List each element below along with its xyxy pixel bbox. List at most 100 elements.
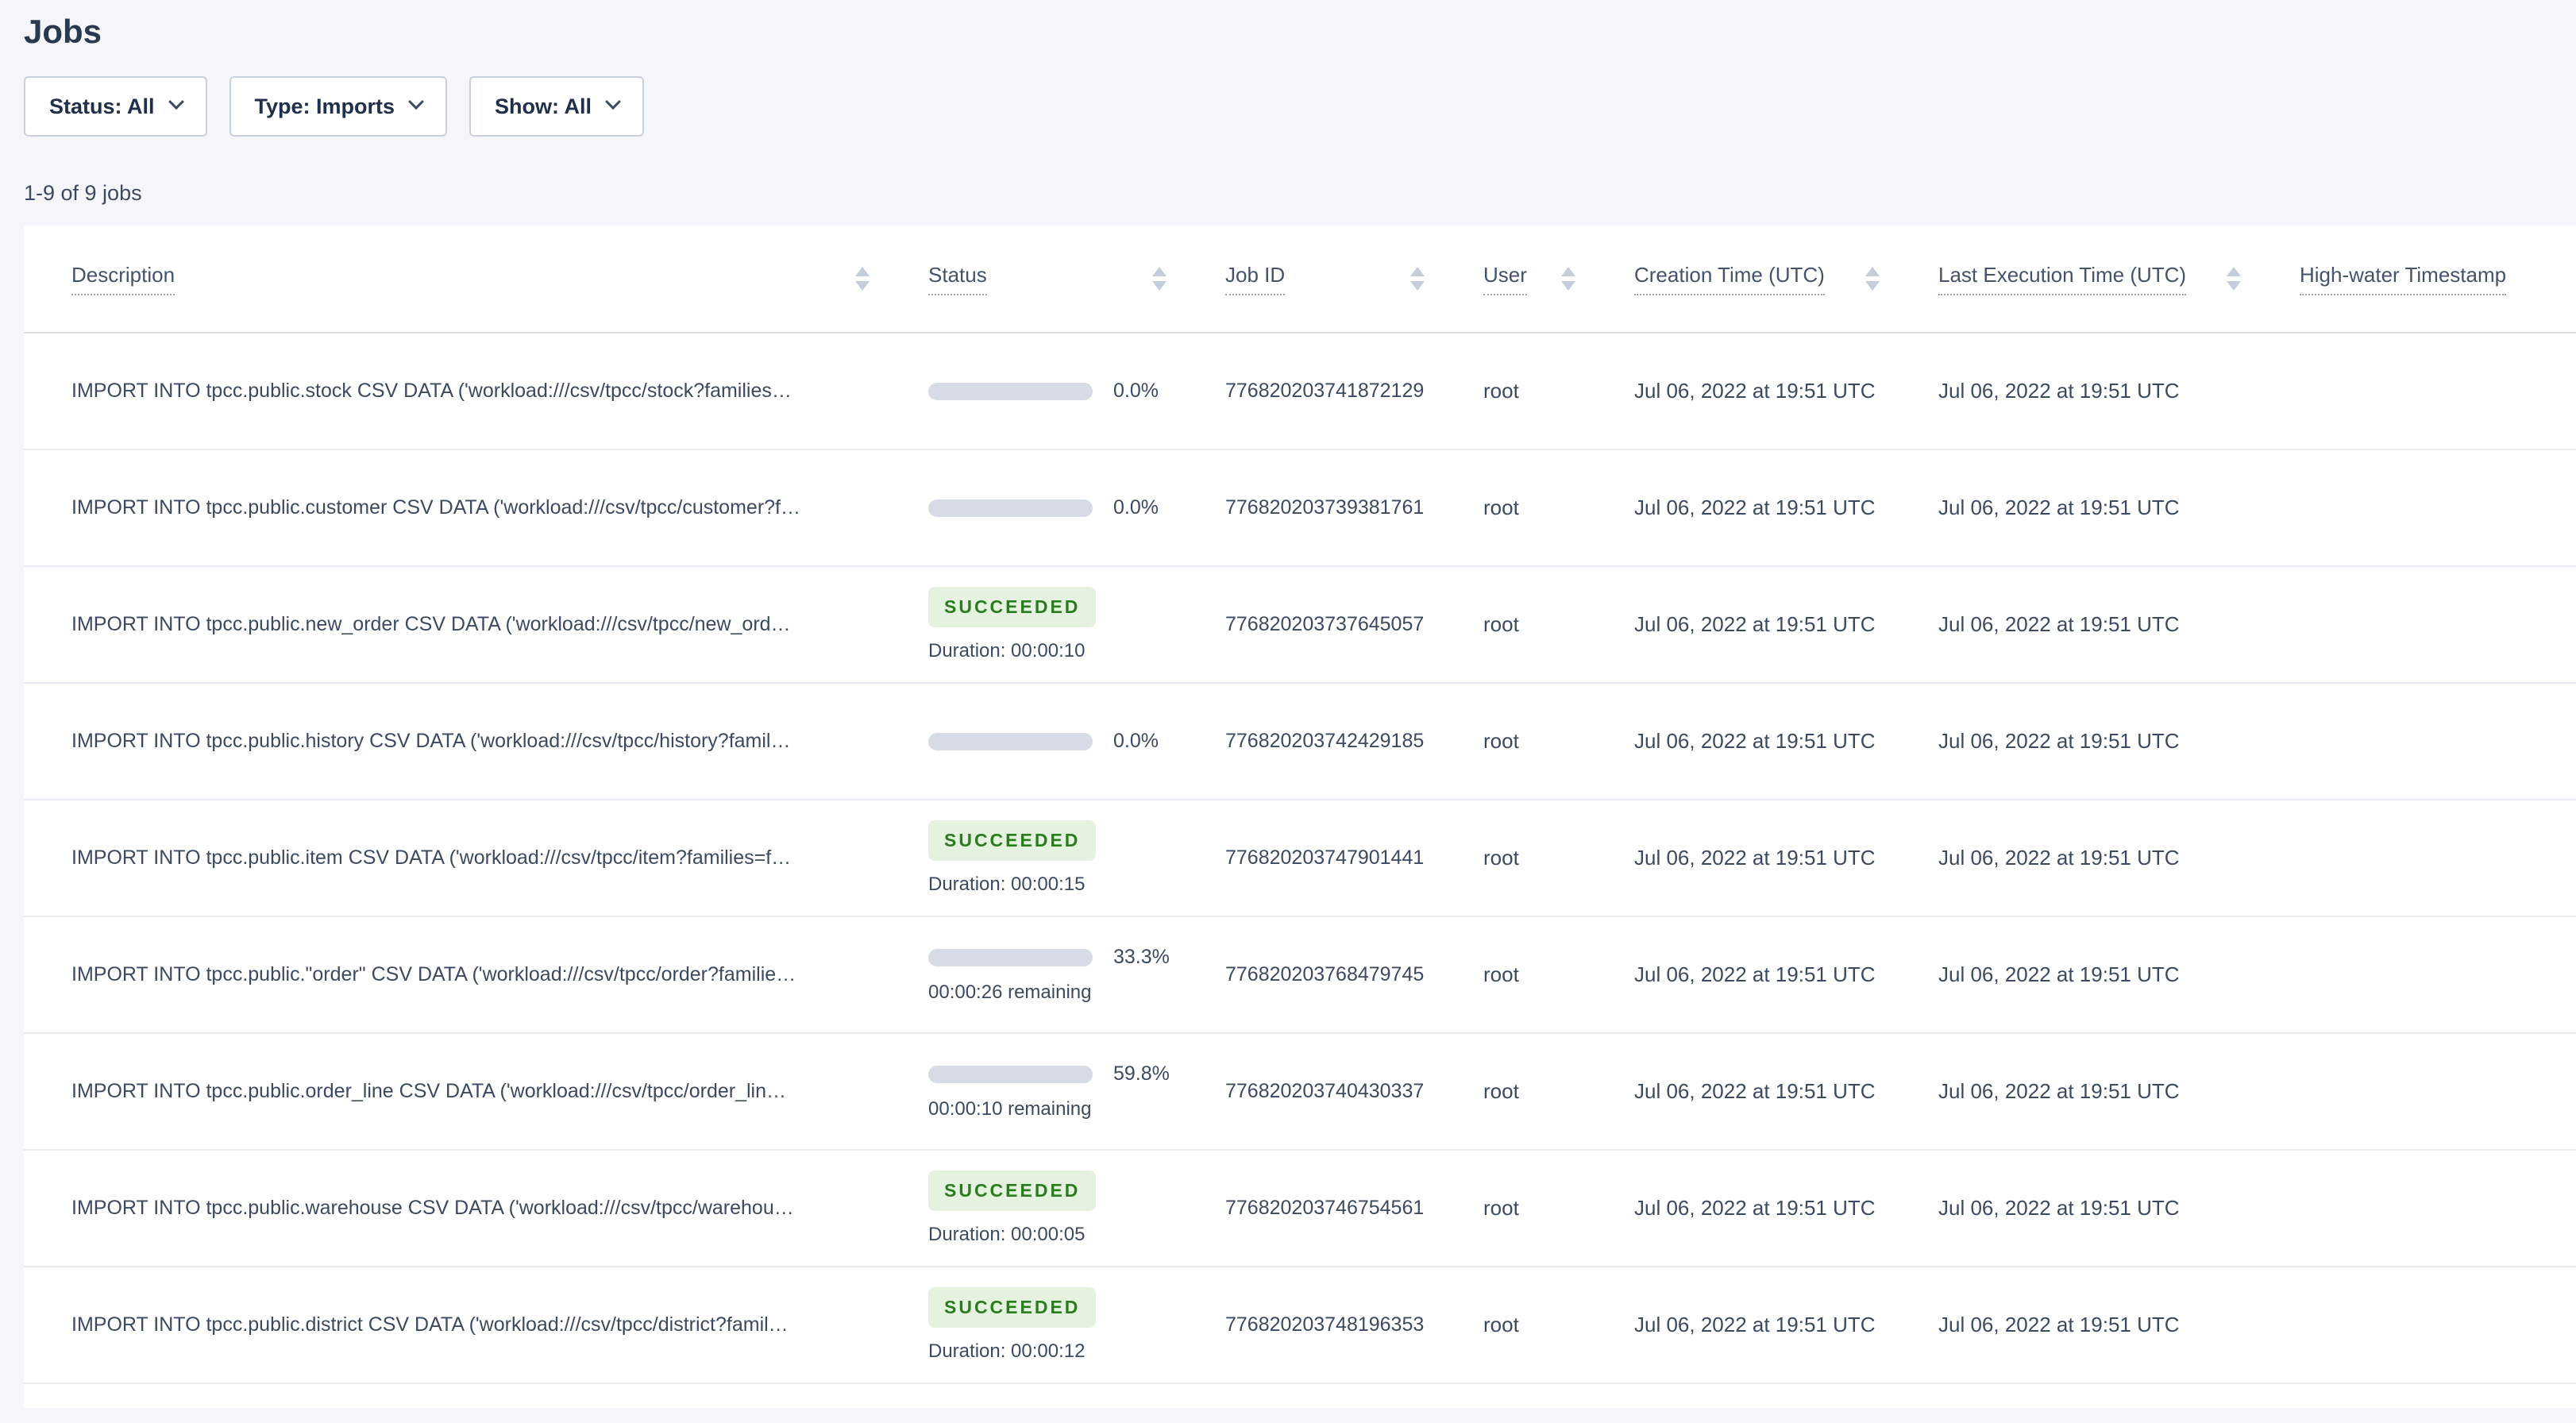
sort-icon [1396, 267, 1425, 291]
status-filter-label: Status: All [49, 94, 155, 118]
column-header-label: Last Execution Time (UTC) [1938, 263, 2187, 295]
job-description[interactable]: IMPORT INTO tpcc.public."order" CSV DATA… [24, 917, 881, 1032]
column-header-status[interactable]: Status [881, 226, 1178, 332]
column-header-label: Description [71, 263, 175, 295]
column-header-label: Creation Time (UTC) [1634, 263, 1825, 295]
sort-icon [1851, 267, 1880, 291]
job-id: 776820203747901441 [1178, 800, 1436, 916]
last-execution-time: Jul 06, 2022 at 19:51 UTC [1891, 1267, 2252, 1383]
column-header-last-execution-time[interactable]: Last Execution Time (UTC) [1891, 226, 2252, 332]
user-text: root [1483, 496, 1519, 519]
progress-bar: 59.8% [928, 1062, 1170, 1086]
progress-track [928, 948, 1093, 966]
status-cell: SUCCEEDED Duration: 00:00:12 [881, 1267, 1178, 1383]
table-header-row: Description Status Job ID User Creation … [24, 226, 2576, 334]
job-id-text: 776820203768479745 [1225, 963, 1425, 985]
job-description[interactable]: IMPORT INTO tpcc.public.stock CSV DATA (… [24, 334, 881, 449]
column-header-label: High-water Timestamp [2300, 263, 2507, 295]
creation-time-text: Jul 06, 2022 at 19:51 UTC [1634, 1196, 1876, 1220]
column-header-creation-time[interactable]: Creation Time (UTC) [1587, 226, 1891, 332]
job-id-text: 776820203748196353 [1225, 1313, 1425, 1336]
table-row[interactable]: IMPORT INTO tpcc.public.order_line CSV D… [24, 1034, 2576, 1151]
user-text: root [1483, 962, 1519, 986]
status-cell: 0.0% [881, 684, 1178, 799]
column-header-job-id[interactable]: Job ID [1178, 226, 1436, 332]
high-water-timestamp [2252, 684, 2576, 799]
column-header-high-water-timestamp[interactable]: High-water Timestamp [2252, 226, 2576, 332]
job-id-text: 776820203740430337 [1225, 1080, 1425, 1102]
creation-time: Jul 06, 2022 at 19:51 UTC [1587, 800, 1891, 916]
job-id: 776820203740430337 [1178, 1034, 1436, 1149]
status-badge: SUCCEEDED [928, 1170, 1097, 1211]
user: root [1436, 1151, 1587, 1266]
status-cell: 0.0% [881, 334, 1178, 449]
table-row[interactable]: IMPORT INTO tpcc.public.customer CSV DAT… [24, 450, 2576, 567]
job-description-text: IMPORT INTO tpcc.public.warehouse CSV DA… [71, 1197, 794, 1219]
job-description[interactable]: IMPORT INTO tpcc.public.item CSV DATA ('… [24, 800, 881, 916]
progress-percent: 0.0% [1113, 496, 1159, 519]
table-row[interactable]: IMPORT INTO tpcc.public.item CSV DATA ('… [24, 800, 2576, 917]
creation-time-text: Jul 06, 2022 at 19:51 UTC [1634, 729, 1876, 753]
job-description[interactable]: IMPORT INTO tpcc.public.district CSV DAT… [24, 1267, 881, 1383]
job-id: 776820203737645057 [1178, 567, 1436, 682]
column-header-label: Job ID [1225, 263, 1286, 295]
job-description-text: IMPORT INTO tpcc.public.customer CSV DAT… [71, 496, 800, 519]
job-id-text: 776820203747901441 [1225, 846, 1425, 869]
high-water-timestamp [2252, 334, 2576, 449]
job-id-text: 776820203741872129 [1225, 380, 1425, 402]
table-row[interactable]: IMPORT INTO tpcc.public.history CSV DATA… [24, 684, 2576, 800]
show-filter-dropdown[interactable]: Show: All [469, 76, 645, 137]
table-row[interactable]: IMPORT INTO tpcc.public.new_order CSV DA… [24, 567, 2576, 684]
high-water-timestamp [2252, 1151, 2576, 1266]
user-text: root [1483, 729, 1519, 753]
creation-time: Jul 06, 2022 at 19:51 UTC [1587, 1267, 1891, 1383]
job-id: 776820203748196353 [1178, 1267, 1436, 1383]
progress-percent: 0.0% [1113, 730, 1159, 752]
last-execution-time: Jul 06, 2022 at 19:51 UTC [1891, 917, 2252, 1032]
duration: Duration: 00:00:15 [928, 873, 1086, 895]
last-execution-time-text: Jul 06, 2022 at 19:51 UTC [1938, 496, 2180, 519]
creation-time: Jul 06, 2022 at 19:51 UTC [1587, 567, 1891, 682]
job-description[interactable]: IMPORT INTO tpcc.public.history CSV DATA… [24, 684, 881, 799]
creation-time-text: Jul 06, 2022 at 19:51 UTC [1634, 962, 1876, 986]
status-filter-dropdown[interactable]: Status: All [24, 76, 207, 137]
job-description-text: IMPORT INTO tpcc.public.item CSV DATA ('… [71, 846, 792, 869]
column-header-label: Status [928, 263, 987, 295]
user-text: root [1483, 379, 1519, 403]
table-row[interactable]: IMPORT INTO tpcc.public.stock CSV DATA (… [24, 334, 2576, 450]
sort-icon [841, 267, 870, 291]
job-id-text: 776820203742429185 [1225, 730, 1425, 752]
table-row[interactable]: IMPORT INTO tpcc.public."order" CSV DATA… [24, 917, 2576, 1034]
status-cell: SUCCEEDED Duration: 00:00:15 [881, 800, 1178, 916]
job-id-text: 776820203746754561 [1225, 1197, 1425, 1219]
job-description-text: IMPORT INTO tpcc.public.stock CSV DATA (… [71, 380, 792, 402]
job-description[interactable]: IMPORT INTO tpcc.public.order_line CSV D… [24, 1034, 881, 1149]
status-badge: SUCCEEDED [928, 820, 1097, 861]
job-description[interactable]: IMPORT INTO tpcc.public.new_order CSV DA… [24, 567, 881, 682]
job-id-text: 776820203737645057 [1225, 613, 1425, 635]
creation-time: Jul 06, 2022 at 19:51 UTC [1587, 1034, 1891, 1149]
creation-time: Jul 06, 2022 at 19:51 UTC [1587, 334, 1891, 449]
chevron-down-icon [408, 94, 424, 110]
creation-time: Jul 06, 2022 at 19:51 UTC [1587, 450, 1891, 565]
user: root [1436, 567, 1587, 682]
job-description[interactable]: IMPORT INTO tpcc.public.customer CSV DAT… [24, 450, 881, 565]
table-row[interactable]: IMPORT INTO tpcc.public.district CSV DAT… [24, 1267, 2576, 1384]
column-header-description[interactable]: Description [24, 226, 881, 332]
job-description[interactable]: IMPORT INTO tpcc.public.warehouse CSV DA… [24, 1151, 881, 1266]
status-badge: SUCCEEDED [928, 587, 1097, 627]
last-execution-time: Jul 06, 2022 at 19:51 UTC [1891, 450, 2252, 565]
last-execution-time-text: Jul 06, 2022 at 19:51 UTC [1938, 1313, 2180, 1336]
page-title: Jobs [24, 13, 102, 50]
chevron-down-icon [605, 94, 621, 110]
column-header-user[interactable]: User [1436, 226, 1587, 332]
jobs-count: 1-9 of 9 jobs [24, 181, 142, 205]
table-row[interactable]: IMPORT INTO tpcc.public.warehouse CSV DA… [24, 1151, 2576, 1267]
creation-time-text: Jul 06, 2022 at 19:51 UTC [1634, 1313, 1876, 1336]
filter-bar: Status: All Type: Imports Show: All [24, 76, 2576, 137]
duration: Duration: 00:00:05 [928, 1224, 1086, 1245]
type-filter-dropdown[interactable]: Type: Imports [229, 76, 448, 137]
user: root [1436, 800, 1587, 916]
show-filter-label: Show: All [495, 94, 592, 118]
progress-bar: 33.3% [928, 946, 1170, 969]
